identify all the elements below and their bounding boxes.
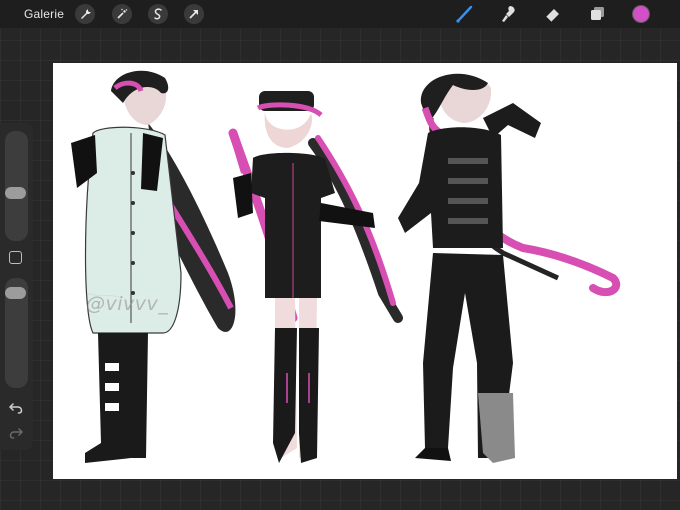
magic-wand-icon[interactable] [112, 4, 132, 24]
redo-icon[interactable] [9, 426, 23, 440]
watermark-text: @vivvv_ [86, 293, 169, 315]
gallery-button[interactable]: Galerie [24, 7, 64, 21]
top-toolbar: Galerie [0, 0, 680, 28]
character-lab-coat [71, 70, 236, 463]
move-arrow-icon[interactable] [184, 4, 204, 24]
brush-icon[interactable] [453, 3, 475, 25]
layers-icon[interactable] [586, 3, 608, 25]
character-right [398, 73, 621, 463]
artwork-illustration [71, 70, 621, 463]
smudge-icon[interactable] [498, 3, 520, 25]
undo-icon[interactable] [9, 401, 23, 415]
character-center [228, 91, 403, 463]
eraser-icon[interactable] [542, 3, 564, 25]
color-picker-button[interactable] [632, 5, 650, 23]
left-sidebar [0, 123, 33, 450]
brush-size-slider[interactable] [5, 131, 28, 241]
brush-size-thumb[interactable] [5, 187, 26, 200]
opacity-thumb[interactable] [5, 286, 26, 299]
opacity-slider[interactable] [5, 278, 28, 388]
drawing-canvas[interactable]: @vivvv_ [53, 63, 677, 479]
modifier-square-icon[interactable] [9, 251, 22, 264]
selection-icon[interactable] [148, 4, 168, 24]
wrench-icon[interactable] [75, 4, 95, 24]
